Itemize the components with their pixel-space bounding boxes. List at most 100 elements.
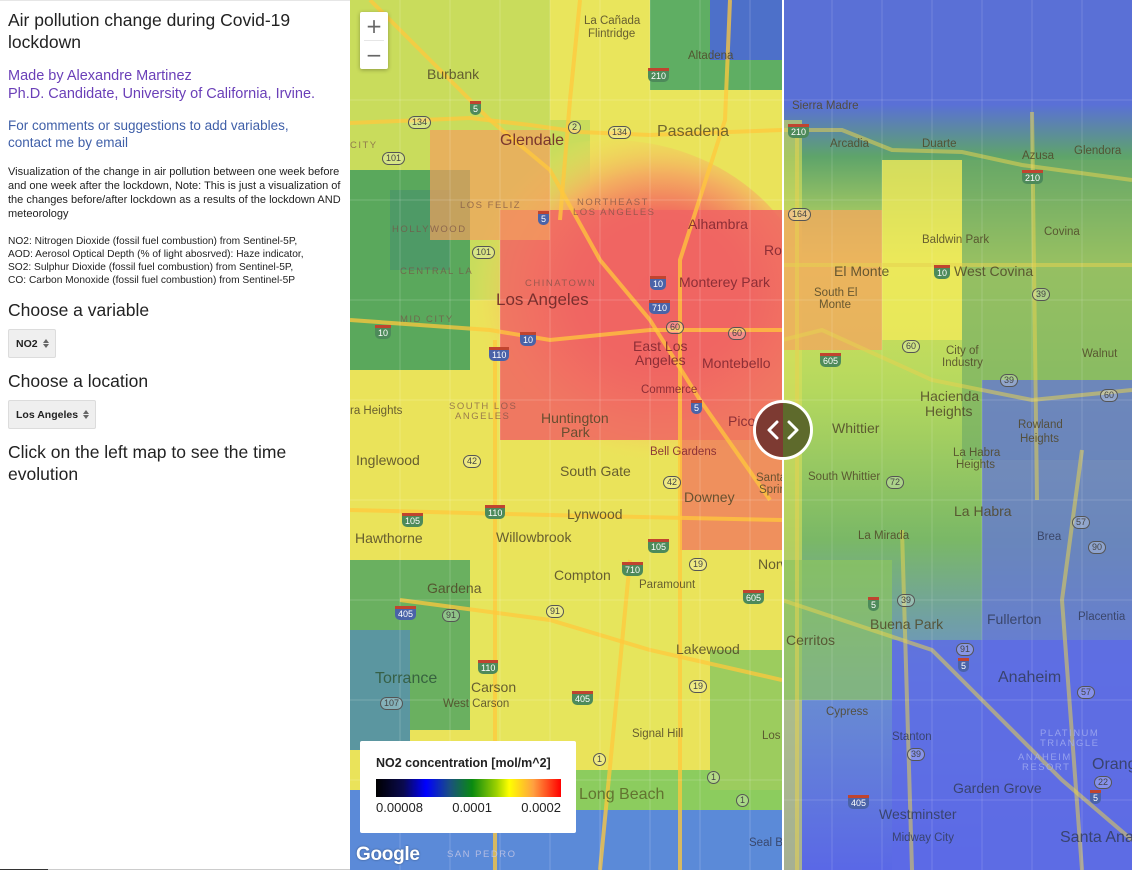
- map-label: Westminster: [879, 806, 957, 822]
- map-label: Whittier: [832, 420, 880, 436]
- map-label: CITY: [350, 140, 378, 151]
- interstate-shield-icon: 10: [650, 276, 667, 290]
- map-label: Alhambra: [688, 216, 748, 232]
- route-shield-icon: 134: [608, 126, 632, 139]
- map-label: Burbank: [427, 66, 480, 82]
- interstate-shield-icon: 210: [788, 124, 810, 138]
- route-shield-icon: 39: [897, 594, 916, 607]
- zoom-in-button[interactable]: +: [360, 12, 388, 40]
- route-shield-icon: 60: [728, 327, 747, 340]
- interstate-shield-icon: 10: [520, 332, 537, 346]
- variable-info-so2: SO2: Sulphur Dioxide (fossil fuel combus…: [8, 262, 294, 273]
- map-label: Santa Fe: [756, 472, 782, 484]
- route-shield-icon: 42: [463, 455, 482, 468]
- route-shield-icon: 101: [382, 152, 406, 165]
- swipe-handle[interactable]: [753, 400, 813, 460]
- map-label: Heights: [925, 403, 973, 419]
- map-label: Seal Beach: [749, 837, 782, 849]
- map-label: Springs: [759, 484, 782, 496]
- map-label: El Monte: [834, 263, 890, 279]
- map-label: Paramount: [639, 579, 696, 591]
- map-label: Rowland: [1018, 419, 1063, 431]
- contact-line-2[interactable]: contact me by email: [8, 134, 342, 151]
- interstate-shield-icon: 10: [375, 325, 392, 339]
- map-label: Garden Grove: [953, 780, 1042, 796]
- interstate-shield-icon: 405: [572, 691, 594, 705]
- variable-select[interactable]: NO2: [8, 329, 56, 358]
- location-select[interactable]: Los Angeles: [8, 400, 97, 429]
- map-after-lockdown[interactable]: Sierra Madre Arcadia Duarte Azusa Glendo…: [782, 0, 1132, 870]
- interstate-shield-icon: 210: [648, 68, 670, 82]
- choose-variable-heading: Choose a variable: [8, 300, 150, 320]
- map-label: Arcadia: [830, 138, 869, 150]
- route-shield-icon: 164: [788, 208, 812, 221]
- map-label: ra Heights: [350, 405, 403, 417]
- map-label: Park: [561, 424, 590, 440]
- route-shield-icon: 91: [956, 643, 975, 656]
- map-label: West Carson: [443, 698, 510, 710]
- map-label: Glendora: [1074, 145, 1122, 157]
- map-label: Covina: [1044, 226, 1080, 238]
- map-label: LOS ANGELES: [573, 207, 656, 218]
- interstate-shield-icon: 405: [395, 606, 417, 620]
- map-label: CENTRAL LA: [400, 266, 474, 277]
- chevrons-left-right-icon: [767, 420, 799, 440]
- interstate-shield-icon: 5: [691, 400, 703, 414]
- location-select-value: Los Angeles: [16, 408, 79, 421]
- contact-line-1[interactable]: For comments or suggestions to add varia…: [8, 117, 342, 134]
- map-label: MID CITY: [400, 314, 454, 325]
- map-container[interactable]: La Cañada Flintridge Altadena Burbank Gl…: [350, 0, 1132, 870]
- variable-info-aod: AOD: Aerosol Optical Depth (% of light a…: [8, 249, 304, 260]
- route-shield-icon: 57: [1077, 686, 1096, 699]
- route-shield-icon: 1: [593, 753, 607, 766]
- map-legend: NO2 concentration [mol/m^2] 0.00008 0.00…: [360, 741, 576, 833]
- route-shield-icon: 91: [442, 609, 461, 622]
- zoom-out-button[interactable]: −: [360, 41, 388, 69]
- interstate-shield-icon: 105: [648, 539, 670, 553]
- map-label: Los Angeles: [496, 290, 589, 309]
- map-label: Commerce: [641, 384, 698, 396]
- map-label: Placentia: [1078, 611, 1126, 623]
- map-label: Fullerton: [987, 611, 1042, 627]
- map-label: South El: [814, 287, 858, 299]
- route-shield-icon: 90: [1088, 541, 1107, 554]
- route-shield-icon: 42: [663, 476, 682, 489]
- map-label: Gardena: [427, 580, 482, 596]
- variables-info: NO2: Nitrogen Dioxide (fossil fuel combu…: [8, 235, 342, 287]
- map-label: Buena Park: [870, 616, 944, 632]
- interstate-shield-icon: 5: [868, 597, 880, 611]
- map-label: Stanton: [892, 731, 932, 743]
- route-shield-icon: 22: [1094, 776, 1113, 789]
- interstate-shield-icon: 710: [622, 562, 644, 576]
- route-shield-icon: 134: [408, 116, 432, 129]
- variable-select-value: NO2: [16, 337, 38, 350]
- map-label: Montebello: [702, 355, 771, 371]
- map-label: Signal Hill: [632, 728, 684, 740]
- route-shield-icon: 101: [472, 246, 496, 259]
- map-label: Monte: [819, 299, 851, 311]
- map-label: Monterey Park: [679, 274, 771, 290]
- click-instruction: Click on the left map to see the time ev…: [8, 442, 287, 484]
- map-label: Midway City: [892, 832, 954, 844]
- map-label: South Whittier: [808, 471, 881, 483]
- route-shield-icon: 60: [666, 321, 685, 334]
- interstate-shield-icon: 5: [958, 658, 970, 672]
- map-label: Anaheim: [998, 669, 1062, 686]
- map-label: Orange: [1092, 756, 1132, 773]
- contact-link[interactable]: For comments or suggestions to add varia…: [8, 117, 342, 151]
- map-label: Torrance: [375, 670, 438, 687]
- route-shield-icon: 39: [1032, 288, 1051, 301]
- map-label: Heights: [956, 459, 995, 471]
- map-label: Cypress: [826, 706, 869, 718]
- map-label: Azusa: [1022, 150, 1054, 162]
- map-label: Downey: [684, 489, 735, 505]
- map-label: South Gate: [560, 463, 631, 479]
- interstate-shield-icon: 710: [649, 300, 671, 314]
- map-label: RESORT: [1022, 762, 1071, 773]
- app-root: Air pollution change during Covid-19 loc…: [0, 0, 1132, 870]
- map-before-lockdown[interactable]: La Cañada Flintridge Altadena Burbank Gl…: [350, 0, 782, 870]
- interstate-shield-icon: 110: [478, 660, 499, 674]
- route-shield-icon: 57: [1072, 516, 1091, 529]
- zoom-control: + −: [360, 12, 388, 69]
- google-logo[interactable]: Google: [356, 844, 420, 866]
